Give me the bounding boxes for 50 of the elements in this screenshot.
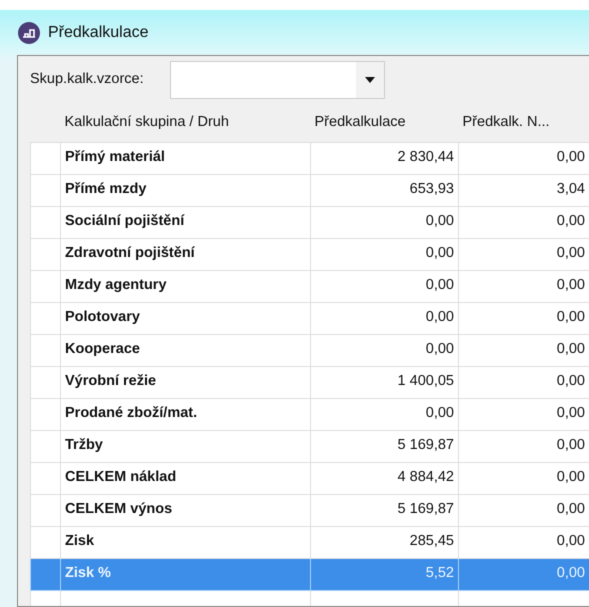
table-cell: 0,00	[458, 334, 589, 366]
table-cell: 5 169,87	[310, 494, 458, 526]
column-header[interactable]: Kalkulační skupina / Druh	[60, 104, 310, 142]
column-header[interactable]: Předkalkulace	[310, 104, 458, 142]
table-cell: Zdravotní pojištění	[60, 238, 310, 270]
table-cell: Polotovary	[60, 302, 310, 334]
table-cell: 653,93	[310, 174, 458, 206]
window-title: Předkalkulace	[48, 22, 148, 42]
table-cell: 4 884,42	[310, 462, 458, 494]
table-cell: Prodané zboží/mat.	[60, 398, 310, 430]
table-cell: 3,04	[458, 174, 589, 206]
table-cell: 0,00	[458, 526, 589, 558]
table-cell: 0,00	[458, 238, 589, 270]
field-label: Skup.kalk.vzorce:	[30, 70, 144, 90]
table-cell: 5,52	[310, 558, 458, 590]
table-cell: CELKEM výnos	[60, 494, 310, 526]
table-cell: 0,00	[310, 238, 458, 270]
table-cell: 0,00	[458, 302, 589, 334]
table-cell: 0,00	[310, 302, 458, 334]
table-cell: 0,00	[458, 398, 589, 430]
table-cell: 1 400,05	[310, 366, 458, 398]
table-cell: Zisk	[60, 526, 310, 558]
table-cell: 2 830,44	[310, 142, 458, 174]
table-cell: 0,00	[310, 270, 458, 302]
table-cell: Přímý materiál	[60, 142, 310, 174]
table-cell: 0,00	[458, 206, 589, 238]
table-cell: 0,00	[458, 558, 589, 590]
table-cell: Zisk %	[60, 558, 310, 590]
table-cell: 0,00	[458, 430, 589, 462]
table-cell: 0,00	[310, 334, 458, 366]
table-cell: 0,00	[458, 270, 589, 302]
table-cell: 0,00	[458, 494, 589, 526]
app-icon	[18, 22, 40, 44]
table-cell: Výrobní režie	[60, 366, 310, 398]
table-cell: CELKEM náklad	[60, 462, 310, 494]
table-cell: 5 169,87	[310, 430, 458, 462]
table-cell: Sociální pojištění	[60, 206, 310, 238]
table-cell: 0,00	[310, 206, 458, 238]
dropdown-field[interactable]	[170, 61, 385, 99]
table-cell: Přímé mzdy	[60, 174, 310, 206]
table-cell: 285,45	[310, 526, 458, 558]
table-cell: 0,00	[458, 462, 589, 494]
table-cell: Tržby	[60, 430, 310, 462]
table-cell: Kooperace	[60, 334, 310, 366]
column-header[interactable]: Předkalk. N...	[458, 104, 589, 142]
dropdown-arrow-icon[interactable]	[364, 77, 375, 83]
table-cell: Mzdy agentury	[60, 270, 310, 302]
table-cell: 0,00	[310, 398, 458, 430]
table-cell: 0,00	[458, 366, 589, 398]
table-cell: 0,00	[458, 142, 589, 174]
